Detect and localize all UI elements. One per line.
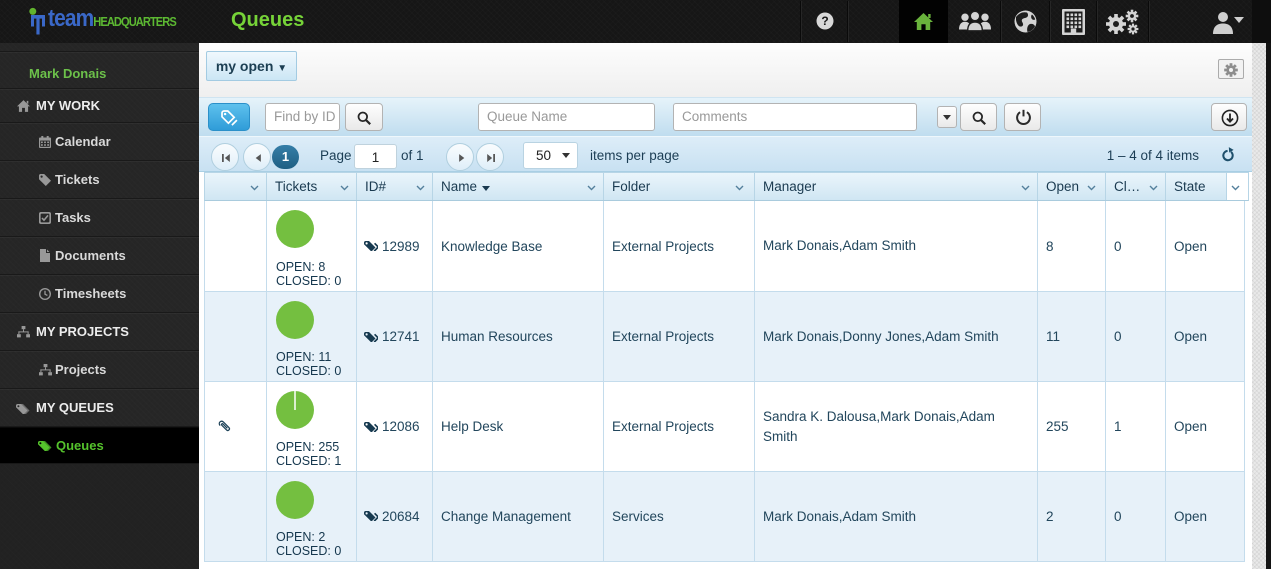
svg-text:?: ? xyxy=(821,14,828,28)
